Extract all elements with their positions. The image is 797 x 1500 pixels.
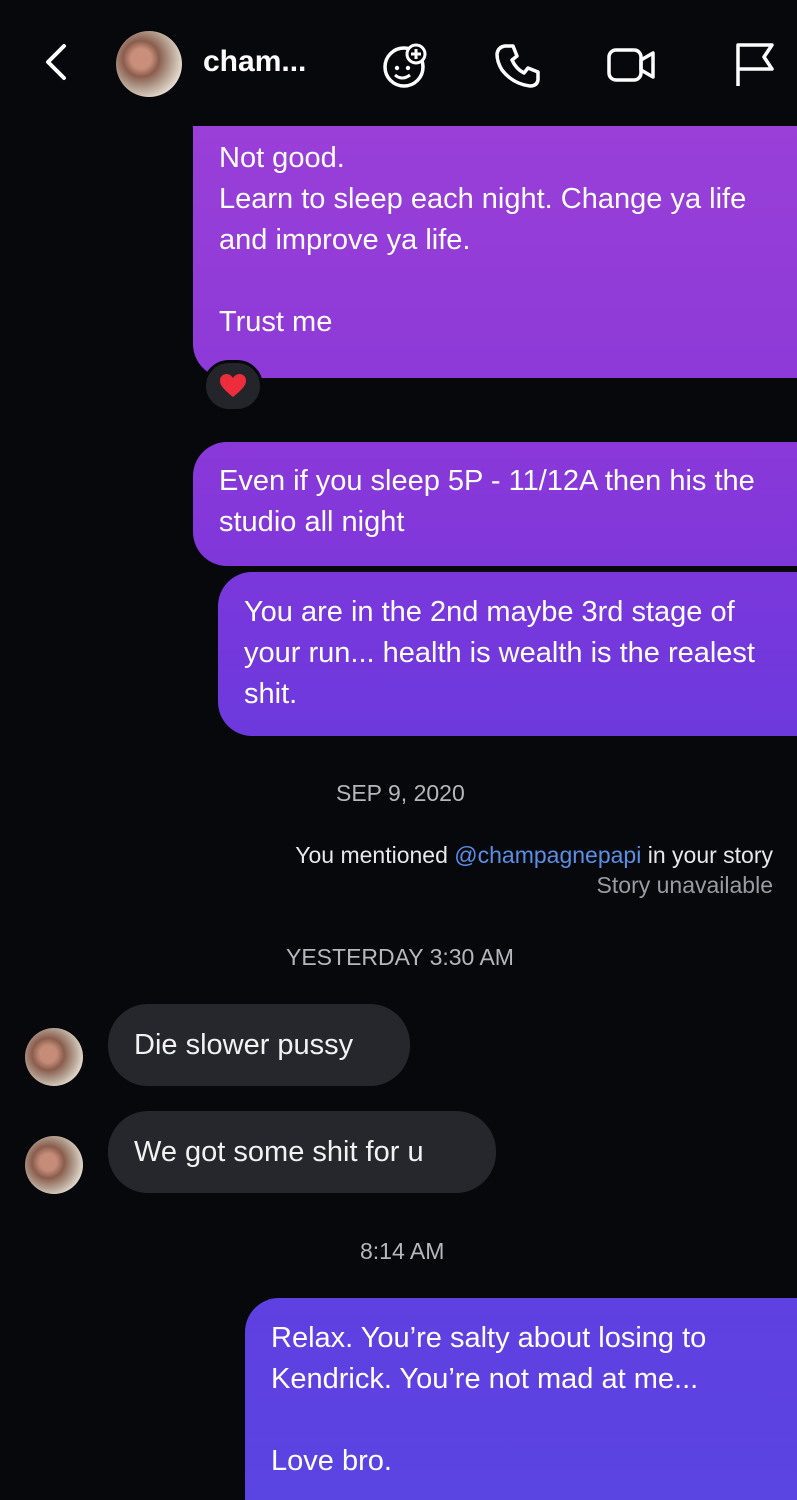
sender-avatar[interactable] <box>25 1028 83 1086</box>
mention-prefix: You mentioned <box>295 842 455 868</box>
outgoing-message[interactable]: Even if you sleep 5P - 11/12A then his t… <box>193 442 797 566</box>
outgoing-message[interactable]: Relax. You’re salty about losing to Kend… <box>245 1298 797 1500</box>
video-icon[interactable] <box>606 40 656 90</box>
mention-text: You mentioned @champagnepapi in your sto… <box>295 840 773 870</box>
date-separator: SEP 9, 2020 <box>336 780 465 806</box>
outgoing-message[interactable]: You are in the 2nd maybe 3rd stage of yo… <box>218 572 797 736</box>
time-separator: 8:14 AM <box>360 1238 445 1264</box>
mention-suffix: in your story <box>641 842 773 868</box>
back-chevron-icon[interactable] <box>38 42 78 82</box>
avatar[interactable] <box>116 31 182 97</box>
incoming-message[interactable]: Die slower pussy <box>108 1004 410 1086</box>
sticker-plus-icon[interactable] <box>380 40 430 90</box>
incoming-message[interactable]: We got some shit for u <box>108 1111 496 1193</box>
date-separator: YESTERDAY 3:30 AM <box>286 944 514 970</box>
story-mention[interactable]: You mentioned @champagnepapi in your sto… <box>295 840 773 900</box>
outgoing-message[interactable]: Not good. Learn to sleep each night. Cha… <box>193 126 797 378</box>
conversation-title[interactable]: cham... <box>203 45 306 79</box>
heart-icon <box>220 374 246 397</box>
mention-handle-link[interactable]: @champagnepapi <box>454 842 641 868</box>
heart-reaction[interactable] <box>203 360 263 412</box>
flag-icon[interactable] <box>730 40 780 90</box>
phone-icon[interactable] <box>493 40 543 90</box>
story-status: Story unavailable <box>596 872 773 898</box>
chat-header: cham... <box>0 0 797 130</box>
sender-avatar[interactable] <box>25 1136 83 1194</box>
